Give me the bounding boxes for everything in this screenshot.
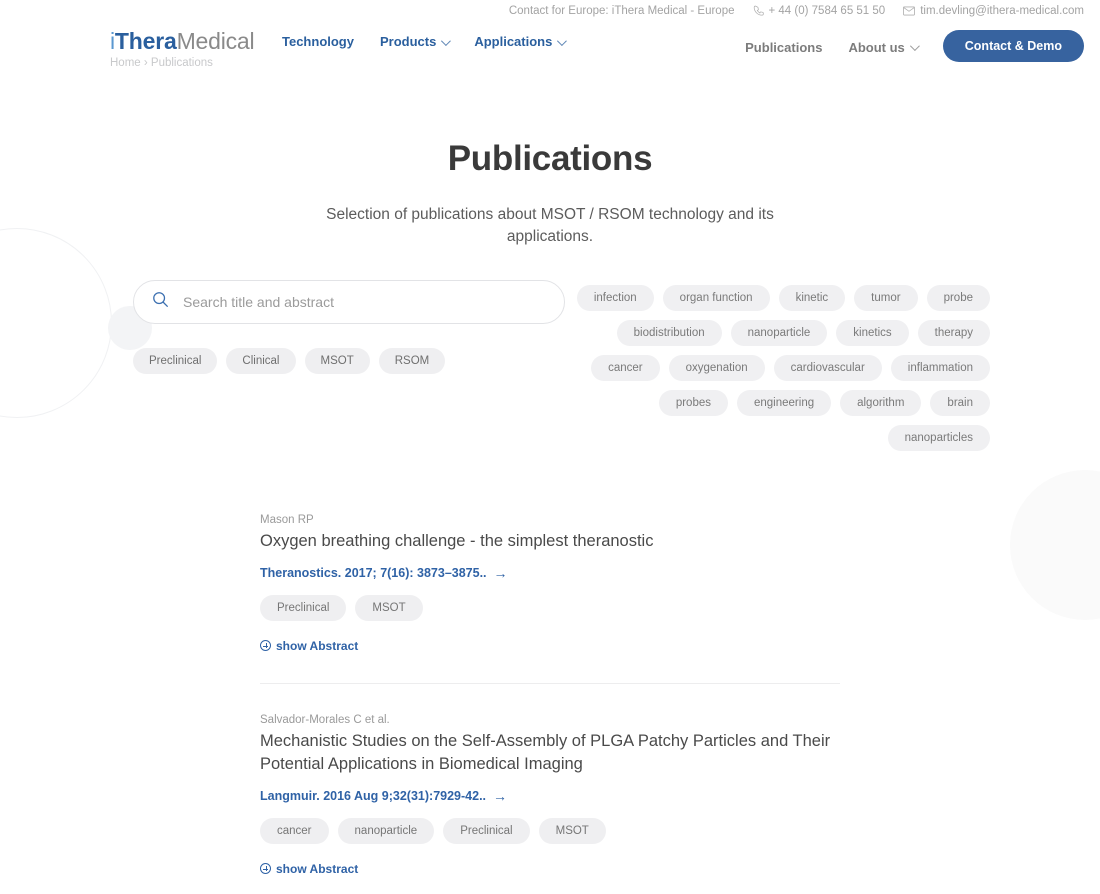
- arrow-right-icon: →: [493, 788, 508, 804]
- nav-label-about-us: About us: [848, 39, 905, 55]
- tag-filter-list: infection organ function kinetic tumor probe…: [570, 280, 990, 451]
- nav-item-applications[interactable]: Applications: [474, 33, 568, 51]
- publication-authors: Mason RP: [260, 514, 314, 526]
- publication-tag[interactable]: cancer: [260, 818, 329, 844]
- category-pill[interactable]: MSOT: [304, 348, 370, 374]
- plus-circle-icon: [260, 863, 271, 874]
- email-address: tim.devling@ithera-medical.com: [920, 4, 1084, 17]
- publication-reference-link[interactable]: Langmuir. 2016 Aug 9;32(31):7929-42.. →: [260, 789, 507, 803]
- nav-label-products: Products: [379, 34, 437, 49]
- search-icon: [152, 291, 183, 313]
- nav-label-publications: Publications: [745, 39, 823, 55]
- contact-demo-button[interactable]: Contact & Demo: [942, 30, 1084, 62]
- tag-pill[interactable]: inflammation: [890, 355, 990, 381]
- publication-tag[interactable]: MSOT: [355, 595, 423, 621]
- tag-pill[interactable]: probes: [658, 390, 728, 416]
- page-title: Publications: [447, 139, 653, 178]
- chevron-down-icon: [909, 41, 920, 52]
- tag-pill[interactable]: kinetic: [778, 285, 846, 311]
- publication-reference-link[interactable]: Theranostics. 2017; 7(16): 3873–3875.. →: [260, 566, 508, 580]
- show-abstract-toggle[interactable]: show Abstract: [260, 862, 358, 876]
- tag-pill[interactable]: kinetics: [836, 320, 909, 346]
- arrow-right-icon: →: [493, 565, 508, 581]
- brand-block: iTheraMedical Home › Publications: [110, 21, 282, 69]
- category-pill[interactable]: RSOM: [378, 348, 446, 374]
- publication-reference-text: Theranostics. 2017; 7(16): 3873–3875..: [260, 566, 487, 580]
- page-subtitle: Selection of publications about MSOT / R…: [326, 206, 774, 245]
- nav-item-products[interactable]: Products: [379, 33, 452, 51]
- category-filter-list: Preclinical Clinical MSOT RSOM: [133, 348, 565, 374]
- logo-part-thera: Thera: [114, 28, 177, 54]
- phone-link[interactable]: + 44 (0) 7584 65 51 50: [753, 4, 886, 17]
- tag-pill[interactable]: nanoparticle: [730, 320, 828, 346]
- chevron-down-icon: [557, 35, 568, 46]
- publication-title[interactable]: Mechanistic Studies on the Self-Assembly…: [260, 730, 840, 776]
- publication-item: Mason RP Oxygen breathing challenge - the…: [260, 514, 840, 684]
- email-link[interactable]: tim.devling@ithera-medical.com: [903, 5, 1084, 17]
- tag-pill[interactable]: infection: [576, 285, 654, 311]
- publication-item: Salvador-Morales C et al. Mechanistic Stu…: [260, 714, 840, 894]
- nav-label-technology: Technology: [282, 34, 354, 49]
- tag-pill[interactable]: algorithm: [840, 390, 922, 416]
- publication-tag[interactable]: nanoparticle: [337, 818, 435, 844]
- tag-pill[interactable]: nanoparticles: [887, 425, 990, 451]
- category-pill[interactable]: Preclinical: [133, 348, 218, 374]
- show-abstract-label: show Abstract: [276, 638, 359, 653]
- filters-section: Preclinical Clinical MSOT RSOM infection org…: [0, 280, 1100, 451]
- publication-tag-list: cancer nanoparticle Preclinical MSOT: [260, 818, 840, 844]
- primary-navigation: Technology Products Applications: [282, 21, 568, 51]
- nav-label-applications: Applications: [474, 34, 553, 49]
- contact-region-text: Contact for Europe: iThera Medical - Eur…: [508, 4, 735, 17]
- contact-bar: Contact for Europe: iThera Medical - Eur…: [0, 0, 1100, 21]
- tag-pill[interactable]: cancer: [591, 355, 660, 381]
- plus-circle-icon: [260, 640, 271, 651]
- tag-pill[interactable]: probe: [926, 285, 990, 311]
- tag-pill[interactable]: cardiovascular: [773, 355, 882, 381]
- breadcrumb: Home › Publications: [110, 57, 213, 69]
- publication-tag[interactable]: MSOT: [538, 818, 606, 844]
- contact-region-label: Contact for Europe: iThera Medical - Eur…: [509, 5, 735, 17]
- tag-pill[interactable]: biodistribution: [616, 320, 722, 346]
- site-logo[interactable]: iTheraMedical: [110, 28, 282, 54]
- filters-left-column: Preclinical Clinical MSOT RSOM: [133, 280, 565, 451]
- hero-section: Publications Selection of publications a…: [0, 79, 1100, 248]
- search-box[interactable]: [133, 280, 565, 324]
- search-input[interactable]: [183, 294, 546, 310]
- publication-tag[interactable]: Preclinical: [443, 818, 530, 844]
- secondary-navigation: Publications About us Contact & Demo: [745, 21, 1084, 62]
- tag-pill[interactable]: engineering: [737, 390, 832, 416]
- show-abstract-label: show Abstract: [276, 861, 359, 876]
- phone-icon: [753, 5, 764, 16]
- logo-part-medical: Medical: [176, 28, 255, 54]
- publication-title[interactable]: Oxygen breathing challenge - the simples…: [260, 530, 840, 553]
- publication-authors: Salvador-Morales C et al.: [260, 714, 390, 726]
- publication-tag-list: Preclinical MSOT: [260, 595, 840, 621]
- publication-tag[interactable]: Preclinical: [260, 595, 347, 621]
- phone-number: + 44 (0) 7584 65 51 50: [768, 4, 886, 17]
- publication-reference-text: Langmuir. 2016 Aug 9;32(31):7929-42..: [260, 789, 487, 803]
- tag-pill[interactable]: therapy: [917, 320, 990, 346]
- envelope-icon: [903, 6, 916, 16]
- tag-pill[interactable]: organ function: [662, 285, 770, 311]
- tag-pill[interactable]: tumor: [854, 285, 918, 311]
- site-header: iTheraMedical Home › Publications Techno…: [0, 21, 1100, 79]
- nav-item-technology[interactable]: Technology: [282, 33, 354, 51]
- nav-item-about-us[interactable]: About us: [848, 39, 920, 57]
- category-pill[interactable]: Clinical: [226, 348, 296, 374]
- chevron-down-icon: [441, 35, 452, 46]
- tag-pill[interactable]: oxygenation: [668, 355, 765, 381]
- nav-item-publications[interactable]: Publications: [745, 39, 822, 57]
- show-abstract-toggle[interactable]: show Abstract: [260, 639, 358, 653]
- decorative-circle-right: [1010, 470, 1100, 620]
- tag-pill[interactable]: brain: [930, 390, 990, 416]
- publication-list: Mason RP Oxygen breathing challenge - the…: [260, 514, 840, 894]
